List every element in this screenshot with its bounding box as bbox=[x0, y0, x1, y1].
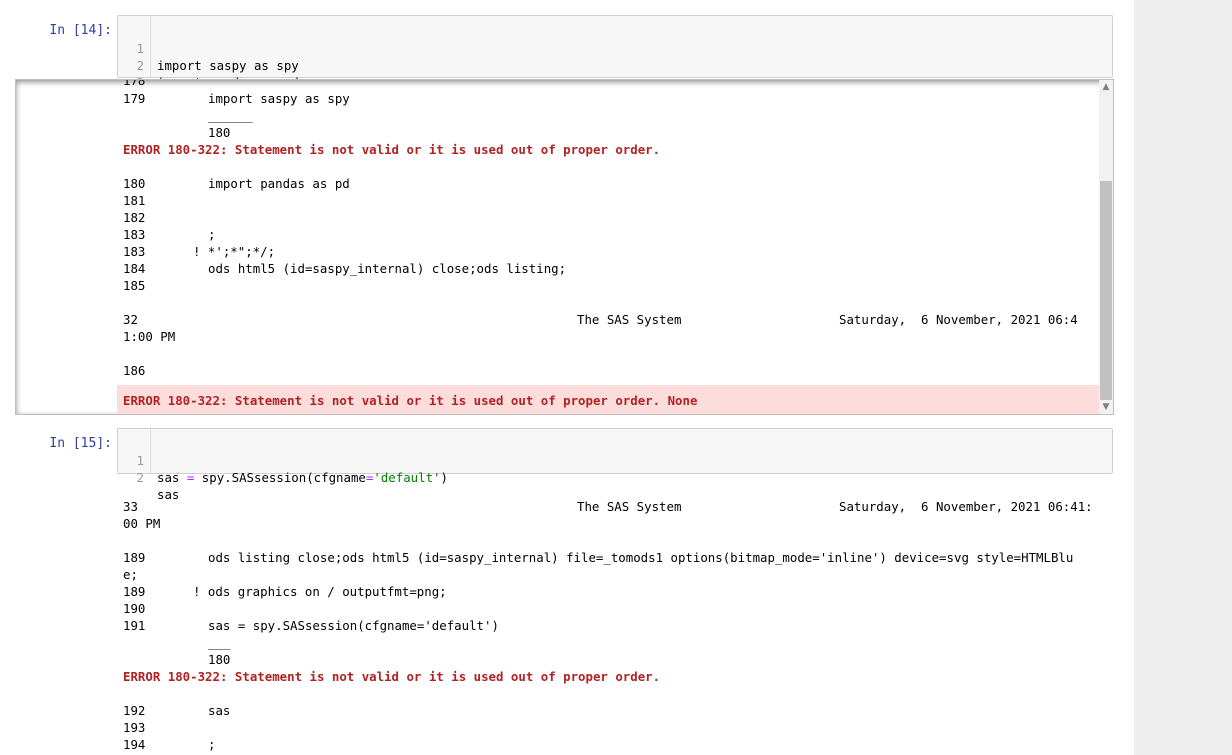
log-code: import pandas as pd bbox=[208, 176, 350, 191]
page-number: 33 bbox=[123, 499, 138, 514]
log-code: ! *';*";*/; bbox=[193, 244, 276, 259]
error-code-ref: 180 bbox=[208, 125, 231, 140]
code-line: 2 sas bbox=[118, 452, 1112, 502]
log-line-number: 185 bbox=[123, 278, 146, 293]
cell-15-code-editor[interactable]: 1 sas = spy.SASsession(cfgname='default'… bbox=[117, 428, 1113, 502]
right-margin-panel bbox=[1134, 0, 1232, 755]
log-line-number: 194 bbox=[123, 737, 146, 752]
code-token: ) bbox=[440, 470, 448, 485]
log-code: sas = spy.SASsession(cfgname='default') bbox=[208, 618, 499, 633]
line-number: 2 bbox=[136, 470, 144, 485]
scrollbar-thumb[interactable] bbox=[1100, 181, 1112, 400]
log-code: sas bbox=[208, 703, 231, 718]
page-header-date: Saturday, 6 November, 2021 06:41: bbox=[839, 499, 1093, 514]
string-token: 'default' bbox=[373, 470, 441, 485]
scroll-down-arrow-icon[interactable]: ▼ bbox=[1101, 402, 1111, 412]
code-token: spy.SASsession(cfgname bbox=[194, 470, 366, 485]
log-line-number: 189 bbox=[123, 550, 146, 565]
cell-14-output-area[interactable]: 178 179 import saspy as spy ______ 180 E… bbox=[15, 79, 1114, 415]
log-line-number: 183 bbox=[123, 244, 146, 259]
error-message: ERROR 180-322: Statement is not valid or… bbox=[123, 669, 661, 684]
page-header-title: The SAS System bbox=[577, 499, 682, 514]
code-line: 1 sas = spy.SASsession(cfgname='default'… bbox=[118, 435, 1112, 485]
output-scrollbar[interactable]: ▲ ▼ bbox=[1099, 80, 1113, 414]
cell-14-code-editor[interactable]: 1 import saspy as spy 2 import pandas as… bbox=[117, 15, 1113, 90]
code-line: 1 import saspy as spy bbox=[118, 23, 1112, 73]
log-line-number: 192 bbox=[123, 703, 146, 718]
log-line-number: 190 bbox=[123, 601, 146, 616]
page-header-date: Saturday, 6 November, 2021 06:4 bbox=[839, 312, 1078, 327]
code-text: sas bbox=[157, 487, 180, 502]
page-header-date-wrap: 00 PM bbox=[123, 516, 161, 531]
log-line-number: 191 bbox=[123, 618, 146, 633]
error-underline: ______ bbox=[208, 108, 253, 123]
log-line-number: 193 bbox=[123, 720, 146, 735]
cell-15-prompt: In [15]: bbox=[49, 436, 112, 451]
code-text: sas = spy.SASsession(cfgname='default') bbox=[157, 469, 448, 486]
page-header-date-wrap: 1:00 PM bbox=[123, 329, 176, 344]
log-line-number: 182 bbox=[123, 210, 146, 225]
log-code: ; bbox=[208, 737, 216, 752]
log-line-number: 180 bbox=[123, 176, 146, 191]
log-line-number: 181 bbox=[123, 193, 146, 208]
log-code: ; bbox=[208, 227, 216, 242]
error-code-ref: 180 bbox=[208, 652, 231, 667]
error-message: ERROR 180-322: Statement is not valid or… bbox=[123, 142, 661, 157]
log-line-number: 186 bbox=[123, 363, 146, 378]
page-header-title: The SAS System bbox=[577, 312, 682, 327]
code-line: 2 import pandas as pd bbox=[118, 40, 1112, 90]
cell-14-prompt: In [14]: bbox=[49, 23, 112, 38]
log-line-number: 183 bbox=[123, 227, 146, 242]
log-line-number: 189 bbox=[123, 584, 146, 599]
scroll-up-arrow-icon[interactable]: ▲ bbox=[1101, 82, 1111, 92]
log-code: import saspy as spy bbox=[208, 91, 350, 106]
log-line-number: 178 bbox=[123, 79, 146, 88]
log-code-wrap: e; bbox=[123, 567, 138, 582]
code-line: 3 bbox=[118, 57, 1112, 90]
log-code: ods listing close;ods html5 (id=saspy_in… bbox=[208, 550, 1074, 565]
error-underline: ___ bbox=[208, 635, 231, 650]
log-line-number: 179 bbox=[123, 91, 146, 106]
log-line-number: 184 bbox=[123, 261, 146, 276]
page-number: 32 bbox=[123, 312, 138, 327]
log-code: ods html5 (id=saspy_internal) close;ods … bbox=[208, 261, 567, 276]
log-code: ! ods graphics on / outputfmt=png; bbox=[193, 584, 447, 599]
final-error-message: ERROR 180-322: Statement is not valid or… bbox=[123, 393, 698, 408]
code-token: sas bbox=[157, 470, 187, 485]
